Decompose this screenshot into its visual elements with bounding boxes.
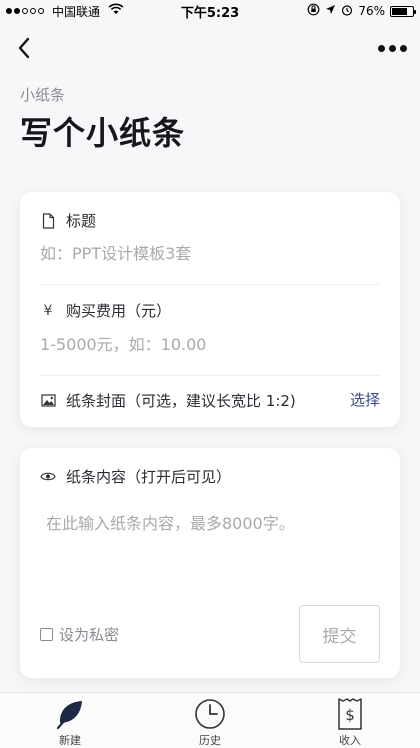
page-subtitle: 小纸条 [20,86,66,104]
tab-income[interactable]: $ 收入 [280,693,420,748]
note-info-card: 标题 ¥ 购买费用（元） 纸条封面（可选，建议长宽比 1:2) 选择 [20,192,400,427]
status-bar: 中国联通 下午5:23 76% [0,0,420,22]
more-dot [377,44,385,52]
battery-icon [390,5,416,17]
choose-cover-button[interactable]: 选择 [350,389,380,410]
tab-label: 历史 [199,734,221,747]
status-left: 中国联通 [0,3,124,20]
image-icon [40,394,56,407]
divider [40,375,380,376]
eye-icon [40,471,56,482]
more-dot [388,44,396,52]
status-right: 76% [307,0,416,22]
svg-text:$: $ [345,706,355,724]
more-dot [399,44,407,52]
private-toggle[interactable]: 设为私密 [40,624,119,645]
submit-button[interactable]: 提交 [299,605,380,663]
note-content-card: 纸条内容（打开后可见） 设为私密 提交 [20,448,400,678]
title-field-label: 标题 [66,212,97,230]
title-input[interactable] [40,244,370,263]
more-button[interactable] [372,34,412,62]
tab-bar: 新建 历史 $ 收入 [0,692,420,748]
receipt-icon: $ [337,698,363,730]
tab-history[interactable]: 历史 [140,693,280,748]
location-icon [325,4,336,18]
tab-new[interactable]: 新建 [0,693,140,748]
cover-field-row: 纸条封面（可选，建议长宽比 1:2) [40,390,380,411]
clock-icon [194,698,226,730]
cover-field-label: 纸条封面（可选，建议长宽比 1:2) [66,392,296,410]
content-textarea[interactable] [46,512,376,592]
tab-label: 收入 [339,734,361,747]
back-button[interactable] [10,34,38,62]
orientation-lock-icon [307,3,320,19]
private-label: 设为私密 [59,626,120,644]
content-field-label: 纸条内容（打开后可见） [66,468,232,486]
signal-strength-icon [6,8,44,14]
title-field-label-row: 标题 [40,210,380,231]
price-field-label: 购买费用（元） [66,302,172,320]
tab-label: 新建 [59,734,81,747]
document-icon [40,212,56,229]
private-checkbox[interactable] [40,628,53,641]
leaf-icon [55,698,85,730]
wifi-icon [108,3,124,19]
price-field-label-row: ¥ 购买费用（元） [40,300,380,321]
content-field-label-row: 纸条内容（打开后可见） [40,466,380,487]
nav-bar [0,28,420,68]
divider [40,284,380,285]
alarm-icon [341,4,353,19]
carrier-name: 中国联通 [52,4,101,19]
chevron-left-icon [18,37,30,59]
battery-level [392,7,408,15]
price-input[interactable] [40,335,370,354]
battery-percent: 76% [358,4,385,18]
page-title: 写个小纸条 [20,114,186,152]
yen-icon: ¥ [43,302,53,319]
